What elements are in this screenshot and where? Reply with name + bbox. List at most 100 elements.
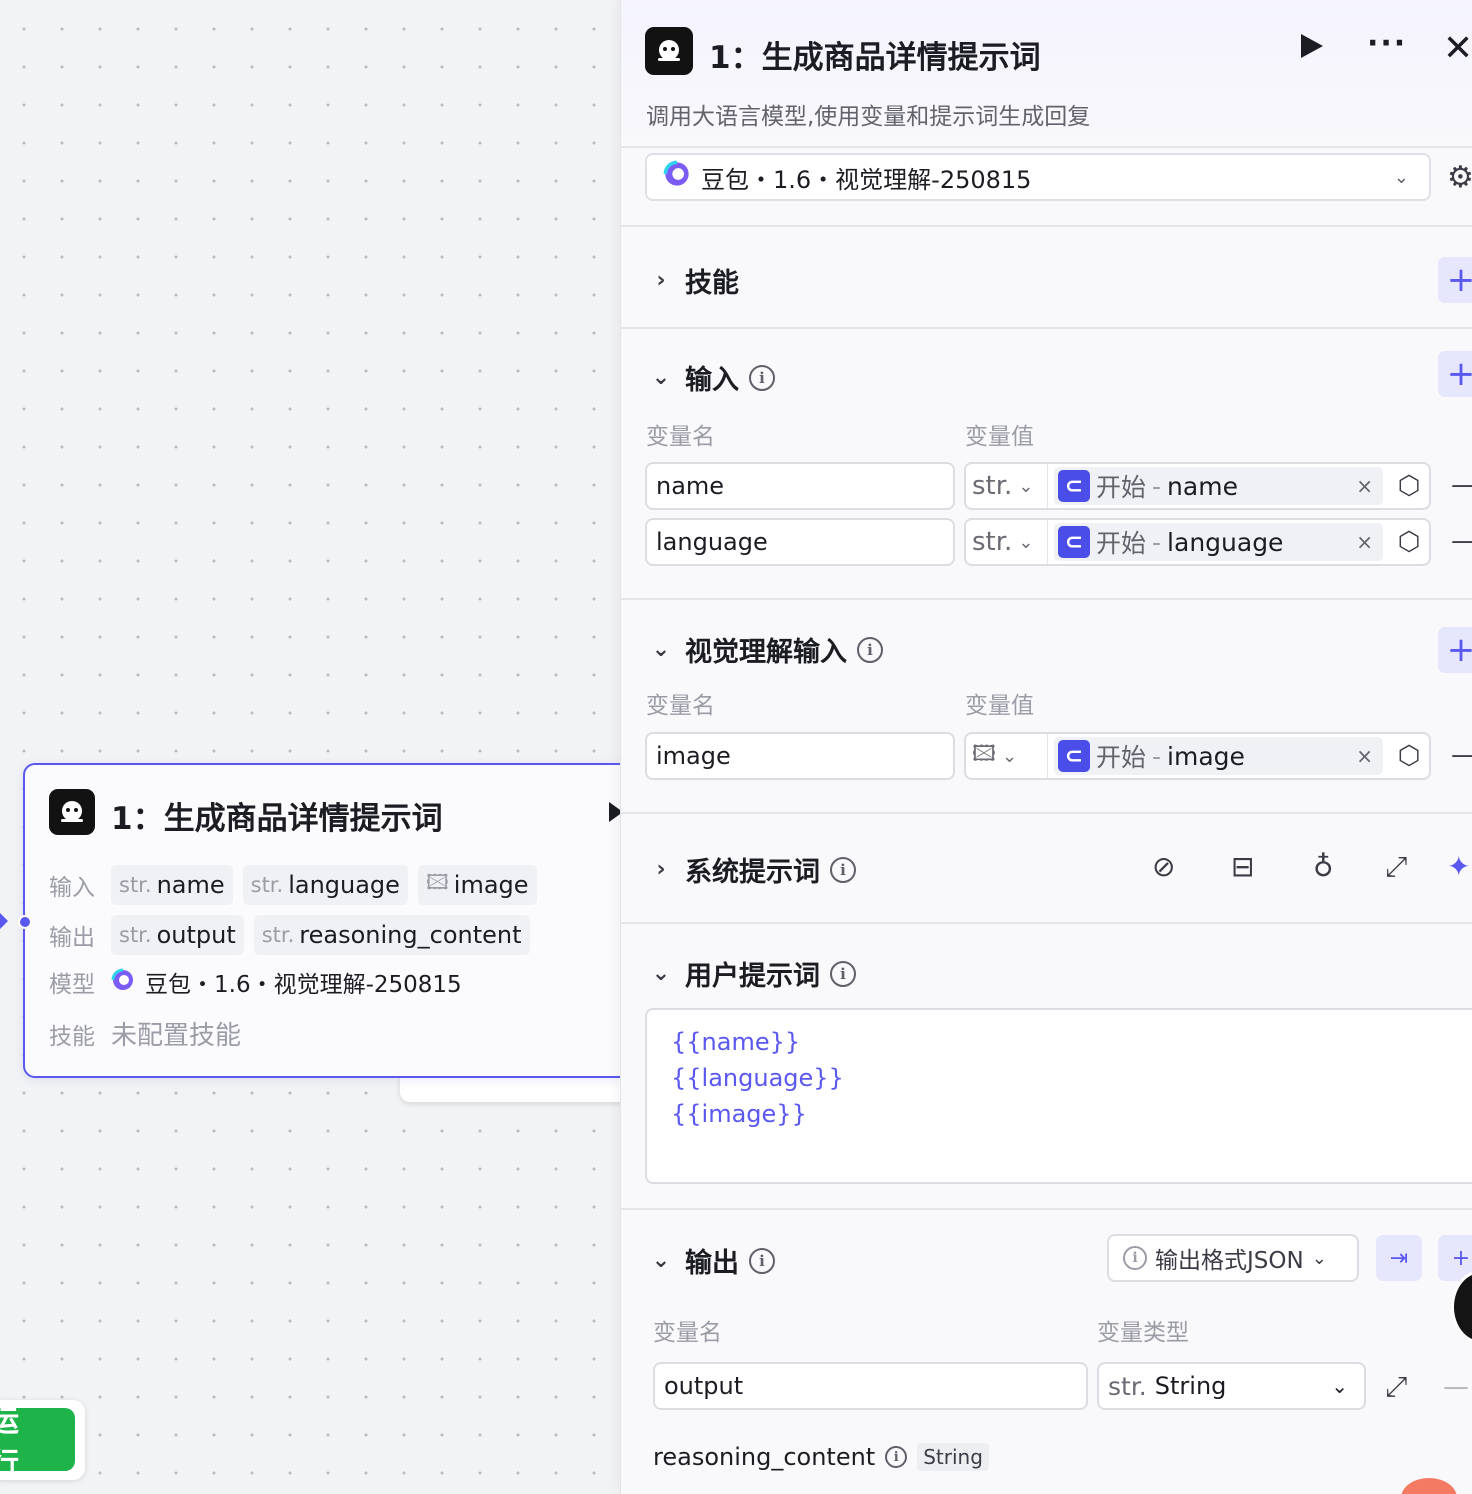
panel-description: 调用大语言模型,使用变量和提示词生成回复 [646,104,1091,130]
info-icon: i [1123,1246,1147,1270]
floating-help-button[interactable] [1401,1478,1457,1494]
vision-var-value[interactable]: 🖾 ⌄ ⊂ 开始 - image × ⬡ [964,732,1431,780]
node-llm-icon [49,789,95,835]
col-label-var-name: 变量名 [646,693,715,719]
info-icon[interactable]: i [830,856,856,883]
chevron-right-icon: › [656,268,666,293]
input-var-value[interactable]: str. ⌄ ⊂ 开始 - language × ⬡ [964,518,1431,566]
output-var-name-field[interactable]: output [653,1362,1088,1410]
clear-reference-icon[interactable]: × [1356,744,1373,768]
vision-var-name-field[interactable]: image [645,732,955,780]
reasoning-output-name: reasoning_content [653,1443,876,1471]
doubao-logo-icon [663,160,691,194]
input-var-name-field[interactable]: language [645,518,955,566]
compass-icon[interactable]: ⊘ [1152,850,1175,883]
user-prompt-section-title: 用户提示词 [685,961,820,992]
var-type-select[interactable]: 🖾 ⌄ [966,734,1048,778]
node-title: 1：生成商品详情提示词 [111,801,443,837]
reasoning-output-type: String [917,1443,989,1471]
info-icon[interactable]: i [749,1247,775,1274]
divider [621,146,1472,148]
var-type-select[interactable]: str. ⌄ [966,464,1048,508]
chevron-down-icon: ⌄ [1331,1374,1348,1398]
node-outputs-row: 输出 str. output str. reasoning_content [49,915,530,955]
system-prompt-section-header[interactable]: › 系统提示词 i [647,850,856,889]
prompt-library-icon[interactable]: ⊟ [1231,850,1254,883]
var-type-select[interactable]: str. ⌄ [966,520,1048,564]
remove-vision-input-button[interactable]: — [1451,740,1472,770]
clear-reference-icon[interactable]: × [1356,530,1373,554]
info-icon[interactable]: i [885,1446,908,1468]
start-node-icon: ⊂ [1058,740,1090,772]
more-options-icon[interactable]: ··· [1367,26,1407,61]
expand-icon[interactable]: ⤢ [1385,1370,1407,1404]
output-format-select[interactable]: i 输出格式JSON ⌄ [1107,1234,1359,1282]
remove-output-button[interactable]: — [1443,1372,1469,1402]
add-skill-button[interactable]: + [1438,257,1472,303]
output-format-label: 输出格式JSON [1155,1248,1304,1274]
node-input-label: 输入 [49,875,95,901]
user-prompt-section-header[interactable]: ⌄ 用户提示词 i [647,954,856,993]
model-select[interactable]: 豆包・1.6・视觉理解-250815 ⌄ [645,153,1431,201]
add-vision-input-button[interactable]: + [1438,627,1472,673]
input-var-value[interactable]: str. ⌄ ⊂ 开始 - name × ⬡ [964,462,1431,510]
test-run-play-icon[interactable] [1301,34,1323,58]
divider [621,327,1472,329]
output-section-header[interactable]: ⌄ 输出 i [647,1241,775,1280]
variable-picker-icon[interactable]: ⬡ [1389,741,1429,771]
info-icon[interactable]: i [830,960,856,987]
import-output-icon[interactable]: ⇥ [1376,1235,1422,1281]
lightbulb-icon[interactable]: ♁ [1313,850,1334,883]
skills-section-title: 技能 [685,268,739,299]
ai-sparkle-icon[interactable]: ✦ [1447,850,1470,883]
divider [621,922,1472,924]
remove-input-button[interactable]: — [1451,470,1472,500]
close-icon[interactable]: ✕ [1443,28,1472,69]
remove-input-button[interactable]: — [1451,526,1472,556]
panel-llm-icon [645,27,693,75]
doubao-logo-icon [111,968,135,996]
col-label-var-value: 变量值 [965,693,1034,719]
chevron-down-icon: ⌄ [1311,1247,1327,1269]
llm-node-card[interactable]: 1：生成商品详情提示词 输入 str. name str. language 🖾 im… [23,763,643,1078]
node-model-name: 豆包・1.6・视觉理解-250815 [145,972,462,998]
skills-section-header[interactable]: › 技能 [647,261,739,300]
input-var-name-field[interactable]: name [645,462,955,510]
node-output-chip: str. output [111,915,244,955]
var-reference-tag: ⊂ 开始 - image × [1054,737,1383,775]
input-section-title: 输入 [685,365,739,396]
model-select-value: 豆包・1.6・视觉理解-250815 [701,165,1032,194]
panel-title[interactable]: 1：生成商品详情提示词 [709,32,1041,77]
prompt-variable-line: {{language}} [671,1064,844,1092]
chevron-right-icon: › [656,857,666,882]
node-skill-value: 未配置技能 [111,1021,242,1051]
node-model-label: 模型 [49,972,95,998]
prompt-variable-line: {{name}} [671,1028,801,1056]
info-icon[interactable]: i [749,364,775,391]
node-input-chip: str. name [111,865,233,905]
node-input-port[interactable] [18,915,32,929]
node-skill-label: 技能 [49,1023,95,1050]
user-prompt-editor[interactable]: {{name}} {{language}} {{image}} [645,1008,1472,1184]
variable-picker-icon[interactable]: ⬡ [1389,471,1429,501]
chevron-down-icon: ⌄ [1001,745,1018,767]
image-icon: 🖾 [425,869,449,894]
reasoning-output-row: reasoning_content i String [653,1443,989,1471]
node-inputs-row: 输入 str. name str. language 🖾 image [49,865,537,905]
model-settings-gear-icon[interactable]: ⚙ [1447,160,1472,195]
info-icon[interactable]: i [857,636,883,663]
expand-icon[interactable]: ⤢ [1385,850,1407,884]
run-button[interactable]: 运行 [0,1404,75,1480]
output-section-title: 输出 [685,1248,739,1279]
variable-picker-icon[interactable]: ⬡ [1389,527,1429,557]
chevron-down-icon: ⌄ [1018,475,1034,497]
input-section-header[interactable]: ⌄ 输入 i [647,358,775,397]
output-var-type-select[interactable]: str. String ⌄ [1097,1362,1366,1410]
clear-reference-icon[interactable]: × [1356,474,1373,498]
node-skill-row: 技能 未配置技能 [49,1015,241,1052]
col-label-var-type: 变量类型 [1097,1320,1189,1346]
vision-input-section-header[interactable]: ⌄ 视觉理解输入 i [647,630,883,669]
add-input-button[interactable]: + [1438,351,1472,397]
node-model-row: 模型 豆包・1.6・视觉理解-250815 [49,965,462,999]
assistant-avatar[interactable] [1451,1270,1472,1344]
